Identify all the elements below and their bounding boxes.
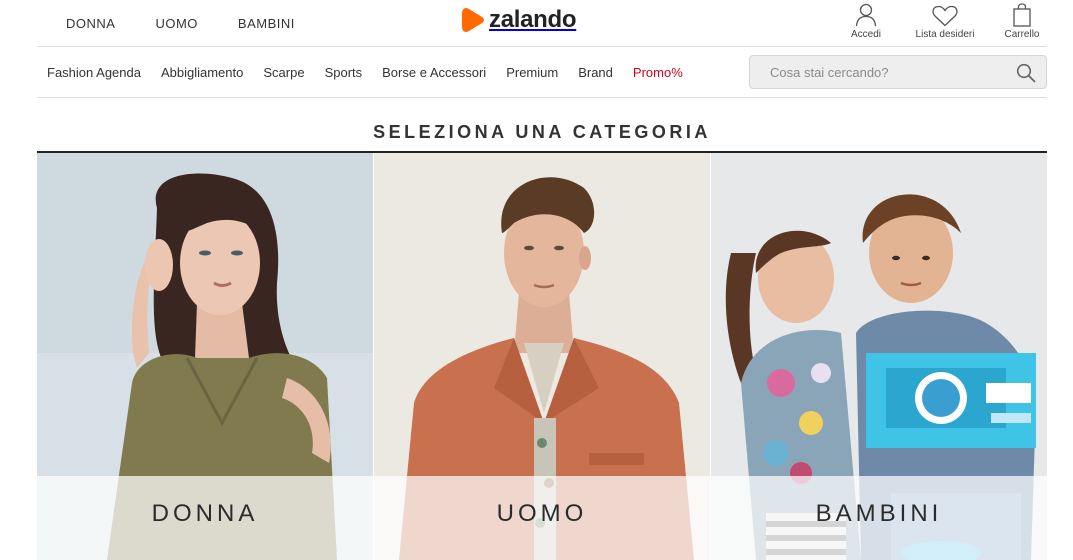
tile-bambini[interactable]: BAMBINI bbox=[711, 153, 1047, 560]
cart-label: Carrello bbox=[1004, 29, 1040, 40]
category-item-fashion-agenda[interactable]: Fashion Agenda bbox=[47, 65, 141, 80]
search-input[interactable] bbox=[750, 56, 1010, 88]
gender-nav: DONNA UOMO BAMBINI bbox=[66, 16, 335, 31]
tile-label-uomo: UOMO bbox=[496, 500, 588, 527]
user-actions: Accedi Lista desideri Carrello bbox=[841, 0, 1047, 40]
category-bar: Fashion Agenda Abbigliamento Scarpe Spor… bbox=[37, 47, 1047, 98]
wishlist-label: Lista desideri bbox=[915, 29, 975, 40]
login-button[interactable]: Accedi bbox=[841, 0, 891, 40]
category-nav: Fashion Agenda Abbigliamento Scarpe Spor… bbox=[47, 65, 703, 80]
tile-uomo[interactable]: UOMO bbox=[374, 153, 710, 560]
search-box bbox=[749, 55, 1047, 89]
heart-icon bbox=[932, 5, 958, 27]
user-icon bbox=[855, 3, 877, 27]
gender-nav-bambini[interactable]: BAMBINI bbox=[238, 16, 295, 31]
category-item-brand[interactable]: Brand bbox=[578, 65, 613, 80]
zalando-logo[interactable]: zalando bbox=[461, 6, 577, 34]
gender-nav-uomo[interactable]: UOMO bbox=[155, 16, 197, 31]
gender-nav-donna[interactable]: DONNA bbox=[66, 16, 115, 31]
logo-wordmark: zalando bbox=[489, 6, 577, 33]
cart-button[interactable]: Carrello bbox=[997, 0, 1047, 40]
category-tiles: DONNA UOMO BAMBINI bbox=[37, 153, 1047, 560]
top-header: DONNA UOMO BAMBINI zalando Accedi Lista … bbox=[37, 0, 1047, 47]
tile-label-donna: DONNA bbox=[151, 500, 259, 527]
tile-label-bambini: BAMBINI bbox=[815, 500, 943, 527]
tile-donna[interactable]: DONNA bbox=[37, 153, 373, 560]
zalando-logo-mark-icon bbox=[462, 8, 484, 32]
category-item-scarpe[interactable]: Scarpe bbox=[263, 65, 304, 80]
category-item-promo[interactable]: Promo% bbox=[633, 65, 683, 80]
section-title: SELEZIONA UNA CATEGORIA bbox=[373, 122, 711, 142]
category-item-abbigliamento[interactable]: Abbigliamento bbox=[161, 65, 243, 80]
search-icon[interactable] bbox=[1016, 63, 1036, 83]
category-item-premium[interactable]: Premium bbox=[506, 65, 558, 80]
category-item-borse-accessori[interactable]: Borse e Accessori bbox=[382, 65, 486, 80]
category-item-sports[interactable]: Sports bbox=[325, 65, 363, 80]
login-label: Accedi bbox=[850, 29, 881, 40]
wishlist-button[interactable]: Lista desideri bbox=[905, 0, 985, 40]
bag-icon bbox=[1013, 3, 1031, 27]
